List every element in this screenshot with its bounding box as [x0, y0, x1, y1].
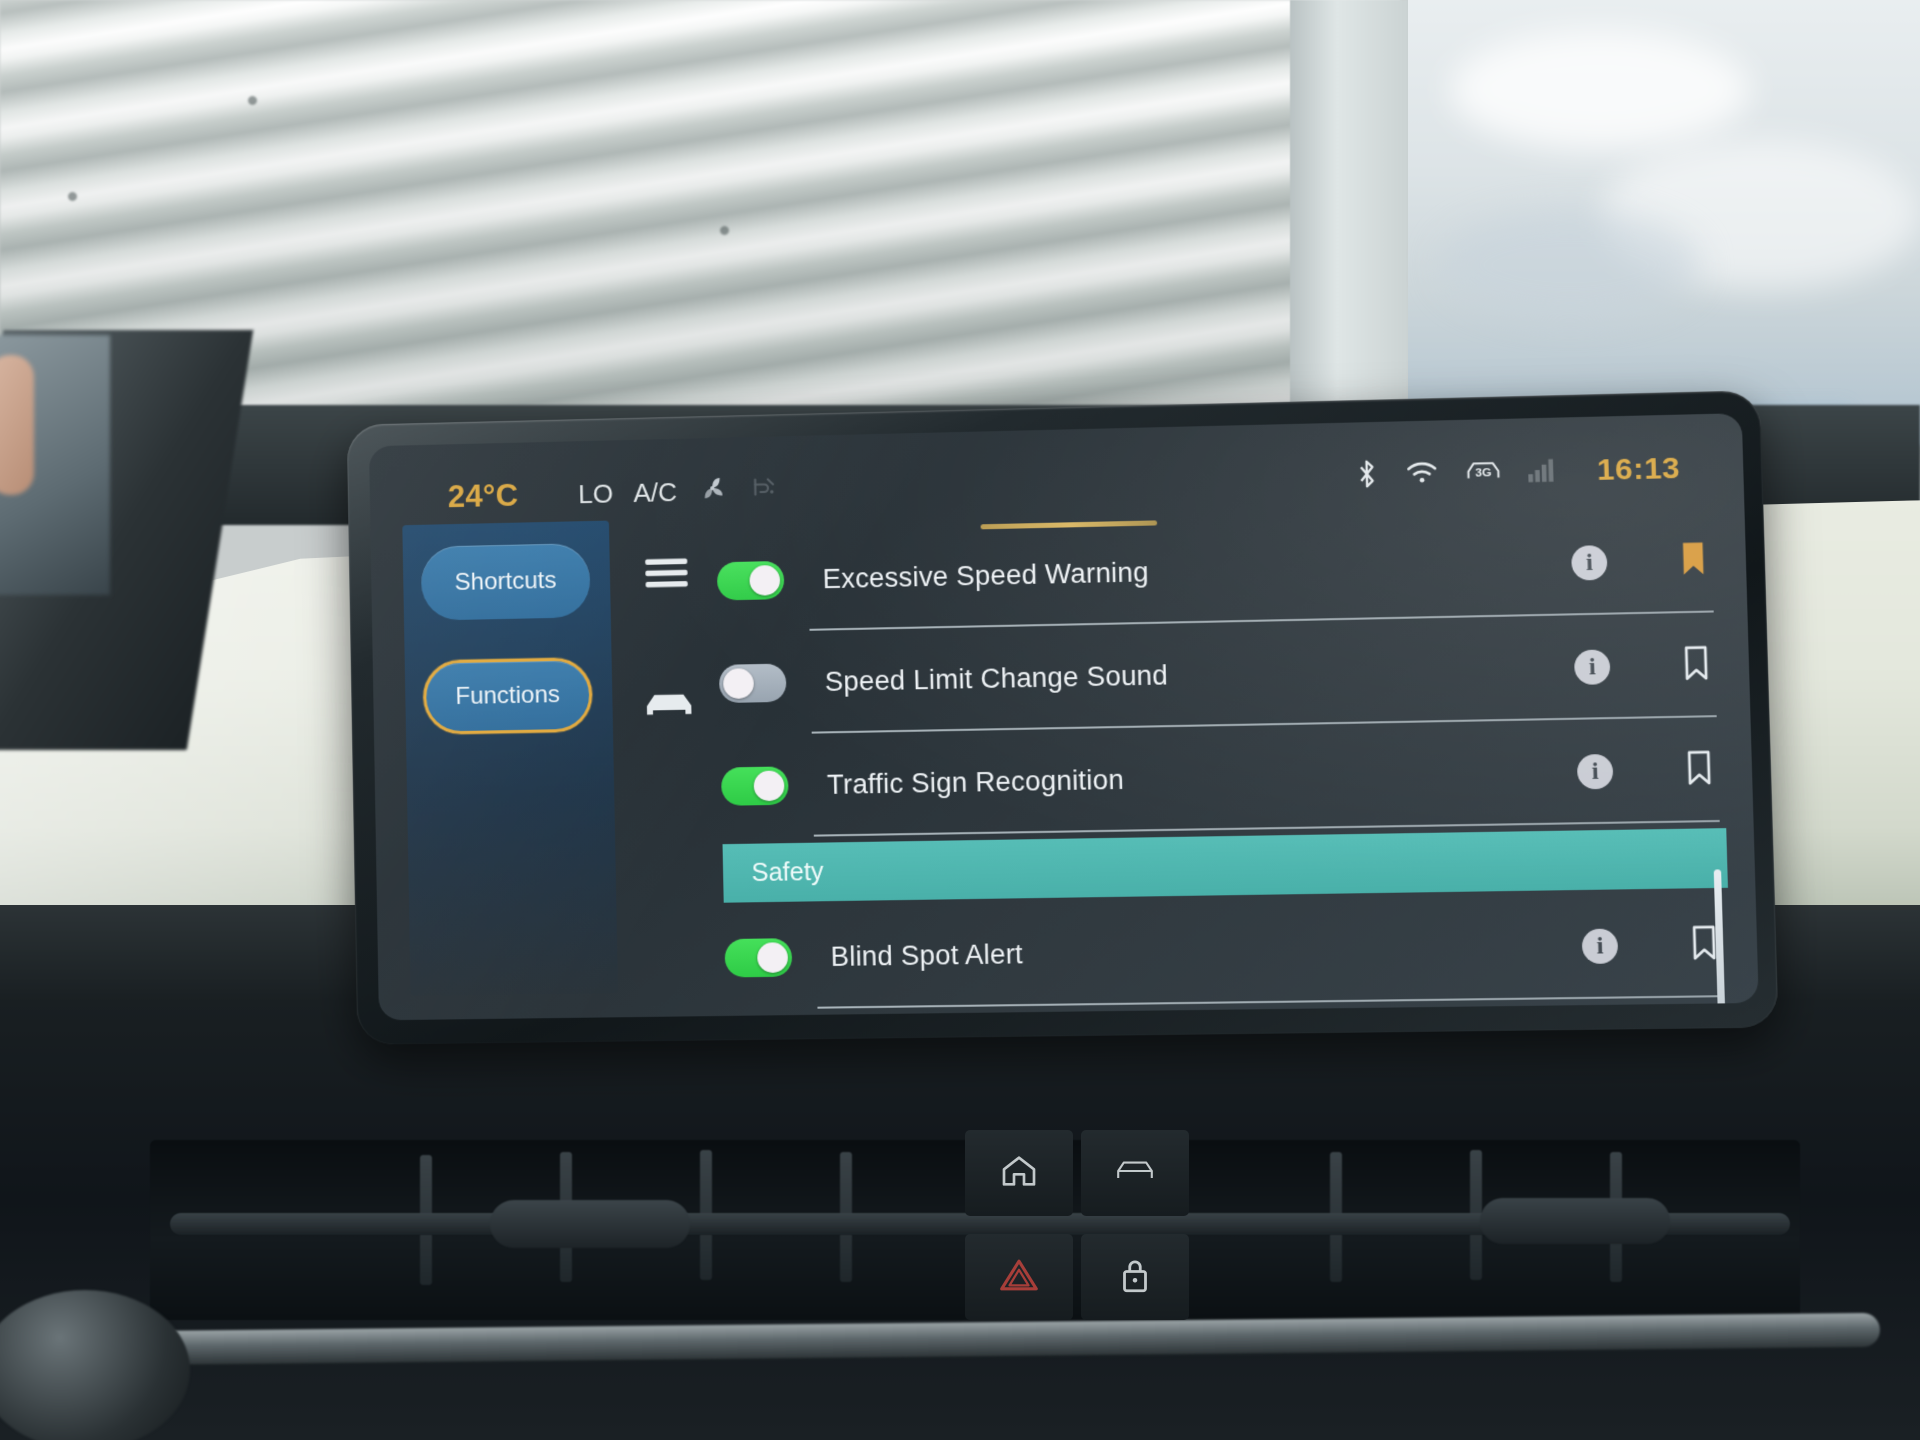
- hazard-triangle-icon: [998, 1256, 1040, 1299]
- toggle-excessive-speed-warning[interactable]: [716, 560, 785, 601]
- toggle-speed-limit-change-sound[interactable]: [718, 663, 787, 704]
- section-header-safety[interactable]: Safety: [722, 828, 1728, 903]
- cloud: [1440, 210, 1700, 320]
- row-label: Blind Spot Alert: [830, 938, 1024, 972]
- row-actions: i: [1576, 748, 1715, 794]
- vent-direction-knob[interactable]: [490, 1200, 690, 1248]
- toggle-knob: [723, 668, 755, 699]
- signal-bars-icon: [1528, 457, 1556, 487]
- info-icon[interactable]: i: [1571, 545, 1608, 581]
- door-lock-button[interactable]: [1081, 1234, 1189, 1320]
- row-actions: i: [1571, 538, 1709, 585]
- info-icon[interactable]: i: [1573, 649, 1611, 685]
- infotainment-display: 24°C LO A/C 3G 16:13 Shortcuts Functions…: [346, 390, 1779, 1045]
- temperature-readout[interactable]: 24°C: [447, 478, 518, 516]
- system-status-icons: 3G 16:13: [1355, 451, 1681, 494]
- airflow-icon[interactable]: [747, 471, 778, 509]
- fan-icon[interactable]: [697, 472, 728, 510]
- hazard-button[interactable]: [965, 1234, 1073, 1320]
- row-actions: i: [1573, 643, 1712, 690]
- network-3g-icon: 3G: [1465, 457, 1501, 489]
- photo-scene: 24°C LO A/C 3G 16:13 Shortcuts Functions…: [0, 0, 1920, 1440]
- wifi-icon: [1405, 459, 1439, 491]
- functions-button[interactable]: Functions: [422, 657, 593, 735]
- clock: 16:13: [1596, 451, 1681, 488]
- toggle-knob: [757, 942, 789, 974]
- lock-icon: [1117, 1254, 1153, 1301]
- hamburger-menu-icon[interactable]: [634, 553, 699, 595]
- info-icon[interactable]: i: [1576, 753, 1614, 790]
- row-label: Traffic Sign Recognition: [826, 764, 1125, 800]
- climate-ac-label[interactable]: A/C: [633, 476, 677, 508]
- svg-text:3G: 3G: [1475, 466, 1492, 480]
- vent-direction-knob[interactable]: [1480, 1198, 1670, 1244]
- display-bezel: 24°C LO A/C 3G 16:13 Shortcuts Functions…: [346, 390, 1779, 1045]
- car-icon[interactable]: [636, 685, 701, 722]
- shortcuts-button[interactable]: Shortcuts: [420, 543, 591, 621]
- table-row[interactable]: Excessive Speed Warning i: [716, 508, 1720, 633]
- toggle-knob: [753, 770, 785, 802]
- shortcuts-label: Shortcuts: [454, 566, 557, 596]
- physical-button-panel: [965, 1130, 1245, 1320]
- bluetooth-icon: [1355, 458, 1379, 494]
- cloud: [1450, 30, 1750, 150]
- bookmark-icon[interactable]: [1681, 643, 1712, 688]
- settings-list: Excessive Speed Warning i Speed Limit Ch…: [716, 508, 1731, 1021]
- table-row[interactable]: Blind Spot Alert i: [724, 892, 1731, 1010]
- climate-controls: LO A/C: [578, 471, 779, 513]
- bookmark-icon[interactable]: [1684, 748, 1715, 793]
- row-label: Excessive Speed Warning: [822, 556, 1150, 594]
- info-icon[interactable]: i: [1581, 928, 1619, 965]
- climate-lo-label[interactable]: LO: [578, 478, 614, 510]
- section-header-label: Safety: [751, 857, 824, 887]
- bookmark-icon-filled[interactable]: [1678, 538, 1709, 583]
- table-row[interactable]: Traffic Sign Recognition i: [720, 717, 1726, 838]
- vehicle-button[interactable]: [1081, 1130, 1189, 1216]
- table-row[interactable]: Speed Limit Change Sound i: [718, 612, 1723, 735]
- toggle-traffic-sign-recognition[interactable]: [720, 766, 789, 806]
- finger: [0, 355, 34, 495]
- wall-screw: [248, 96, 257, 105]
- wall-screw: [68, 192, 77, 201]
- car-icon: [1114, 1156, 1156, 1191]
- toggle-knob: [749, 564, 781, 596]
- functions-label: Functions: [455, 681, 561, 711]
- side-icon-rail: [633, 535, 701, 723]
- toggle-blind-spot-alert[interactable]: [724, 938, 793, 978]
- home-icon: [999, 1151, 1039, 1196]
- display-screen: 24°C LO A/C 3G 16:13 Shortcuts Functions…: [368, 413, 1759, 1021]
- left-nav-panel: Shortcuts Functions: [402, 520, 619, 996]
- row-divider: [817, 995, 1725, 1009]
- wall-screw: [720, 226, 729, 235]
- row-label: Speed Limit Change Sound: [824, 659, 1169, 697]
- row-actions: i: [1581, 922, 1719, 968]
- home-button[interactable]: [965, 1130, 1073, 1216]
